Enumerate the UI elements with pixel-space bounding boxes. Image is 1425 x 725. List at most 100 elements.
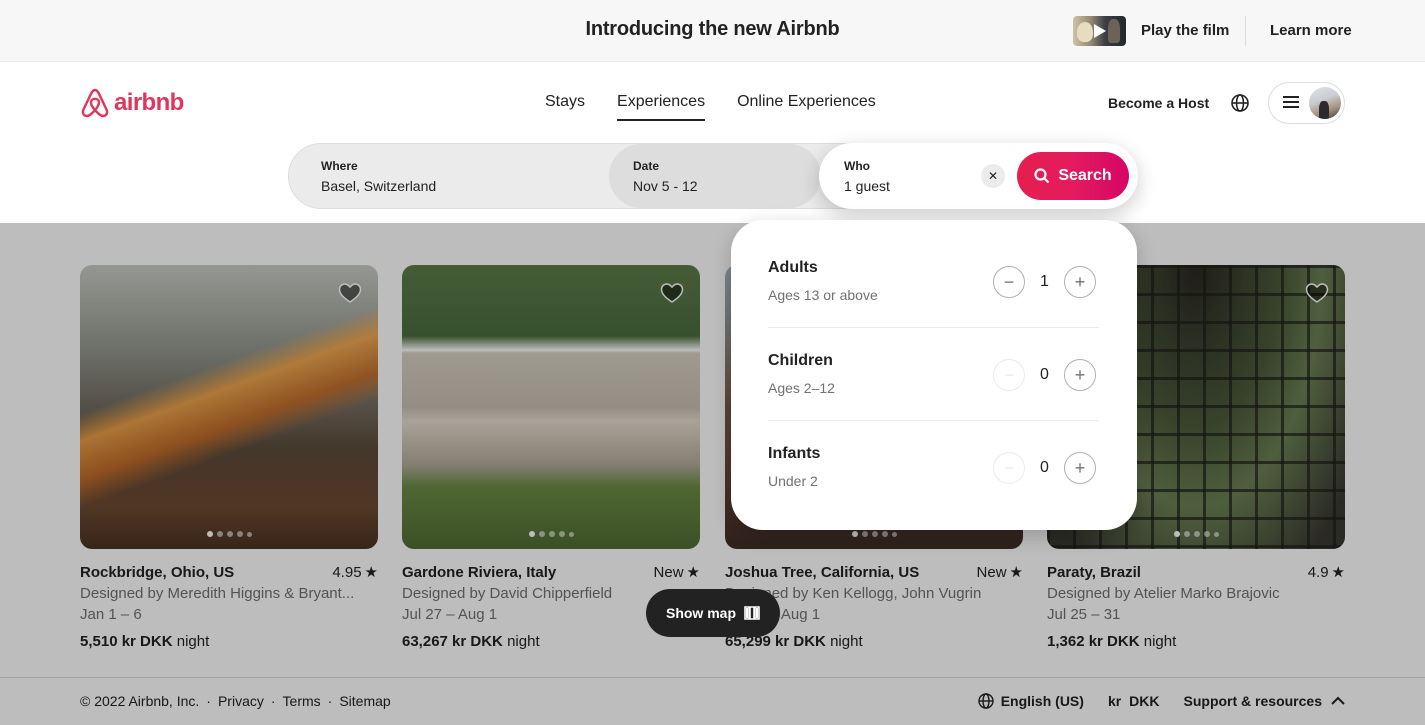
listing-dates: Jul 25 – 31: [1047, 606, 1121, 623]
show-map-button[interactable]: Show map: [646, 589, 780, 637]
listing-rating: 4.95 ★: [332, 564, 378, 581]
where-value[interactable]: Basel, Switzerland: [321, 178, 436, 194]
who-field[interactable]: Who 1 guest ✕ Search: [819, 143, 1138, 209]
photo-pagination: [1047, 531, 1345, 537]
date-value[interactable]: Nov 5 - 12: [633, 178, 698, 194]
guest-row-children: Children Ages 2–12 − 0 +: [768, 328, 1099, 421]
support-resources-button[interactable]: Support & resources: [1184, 693, 1345, 709]
star-icon: ★: [1009, 564, 1023, 581]
star-icon: ★: [686, 564, 700, 581]
plus-icon: +: [1074, 457, 1086, 478]
listing-dates: Jul 27 – Aug 1: [402, 606, 498, 623]
guest-type-subtitle: Ages 13 or above: [768, 287, 878, 303]
guest-row-infants: Infants Under 2 − 0 +: [768, 421, 1099, 514]
terms-link[interactable]: Terms: [283, 693, 321, 709]
where-label: Where: [321, 159, 358, 173]
listing-photo[interactable]: [80, 265, 378, 549]
listing-designer: Designed by Atelier Marko Brajovic: [1047, 585, 1280, 602]
footer-separator: ·: [206, 693, 211, 709]
infants-count: 0: [1040, 459, 1049, 476]
listing-designer: Designed by Meredith Higgins & Bryant...: [80, 585, 355, 602]
guest-type-title: Adults: [768, 259, 818, 276]
listing-rating: New ★: [976, 564, 1023, 581]
airbnb-logo-icon: [81, 88, 109, 118]
header: airbnb Stays Experiences Online Experien…: [0, 63, 1425, 223]
search-bar: Where Basel, Switzerland Date Nov 5 - 12…: [288, 143, 1138, 209]
search-icon: [1034, 168, 1050, 184]
decrease-infants-button[interactable]: −: [993, 452, 1025, 484]
photo-pagination: [80, 531, 378, 537]
heart-icon[interactable]: [1305, 281, 1329, 305]
tab-experiences[interactable]: Experiences: [617, 93, 706, 121]
listing-location: Paraty, Brazil: [1047, 564, 1141, 581]
heart-icon[interactable]: [660, 281, 684, 305]
announcement-bar: Introducing the new Airbnb Play the film…: [0, 0, 1425, 62]
listing-rating: 4.9 ★: [1307, 564, 1345, 581]
footer: © 2022 Airbnb, Inc. · Privacy · Terms · …: [0, 677, 1425, 725]
search-button[interactable]: Search: [1017, 152, 1129, 200]
map-icon: [744, 606, 760, 620]
guests-popover: Adults Ages 13 or above − 1 + Children A…: [731, 220, 1137, 530]
sitemap-link[interactable]: Sitemap: [339, 693, 390, 709]
airbnb-wordmark: airbnb: [114, 89, 184, 116]
clear-guests-button[interactable]: ✕: [981, 164, 1005, 188]
listing-dates: Jan 1 – 6: [80, 606, 142, 623]
privacy-link[interactable]: Privacy: [218, 693, 264, 709]
guest-type-title: Children: [768, 352, 833, 369]
plus-icon: +: [1074, 271, 1086, 292]
tab-online-experiences[interactable]: Online Experiences: [737, 93, 876, 121]
minus-icon: −: [1003, 457, 1015, 478]
increase-adults-button[interactable]: +: [1064, 266, 1096, 298]
adults-stepper: − 1 +: [993, 266, 1096, 298]
film-thumbnail[interactable]: [1073, 16, 1126, 46]
language-selector[interactable]: English (US): [978, 693, 1084, 709]
listing-price: 5,510 kr DKK night: [80, 633, 210, 650]
who-value[interactable]: 1 guest: [844, 178, 890, 194]
star-icon: ★: [1331, 564, 1345, 581]
minus-icon: −: [1003, 364, 1015, 385]
guest-type-subtitle: Ages 2–12: [768, 380, 835, 396]
footer-separator: ·: [327, 693, 333, 709]
photo-pagination: [402, 531, 700, 537]
footer-separator: ·: [270, 693, 276, 709]
listing-price: 1,362 kr DKK night: [1047, 633, 1177, 650]
listing-price: 65,299 kr DKK night: [725, 633, 863, 650]
main-nav: Stays Experiences Online Experiences: [545, 93, 876, 121]
user-menu-button[interactable]: [1268, 82, 1345, 124]
listing-rating: New ★: [653, 564, 700, 581]
currency-selector[interactable]: kr DKK: [1108, 693, 1160, 709]
infants-stepper: − 0 +: [993, 452, 1096, 484]
listing-designer: Designed by David Chipperfield: [402, 585, 613, 602]
date-field[interactable]: Date Nov 5 - 12: [609, 144, 821, 208]
learn-more-link[interactable]: Learn more: [1270, 22, 1352, 39]
become-host-link[interactable]: Become a Host: [1108, 95, 1209, 111]
avatar: [1309, 87, 1341, 119]
guest-type-subtitle: Under 2: [768, 473, 818, 489]
copyright: © 2022 Airbnb, Inc.: [80, 693, 200, 709]
guest-row-adults: Adults Ages 13 or above − 1 +: [768, 235, 1099, 328]
listing-card[interactable]: Rockbridge, Ohio, US 4.95 ★ Designed by M…: [80, 265, 378, 652]
increase-children-button[interactable]: +: [1064, 359, 1096, 391]
globe-icon[interactable]: [1229, 92, 1251, 114]
minus-icon: −: [1003, 271, 1015, 292]
heart-icon[interactable]: [338, 281, 362, 305]
hamburger-icon: [1283, 96, 1299, 110]
star-icon: ★: [364, 564, 378, 581]
globe-icon: [978, 693, 994, 709]
decrease-adults-button[interactable]: −: [993, 266, 1025, 298]
listing-photo[interactable]: [402, 265, 700, 549]
play-film-link[interactable]: Play the film: [1141, 22, 1229, 39]
increase-infants-button[interactable]: +: [1064, 452, 1096, 484]
airbnb-logo[interactable]: airbnb: [80, 87, 184, 119]
play-icon: [1094, 24, 1106, 38]
tab-stays[interactable]: Stays: [545, 93, 585, 121]
chevron-up-icon: [1331, 696, 1345, 705]
listing-price: 63,267 kr DKK night: [402, 633, 540, 650]
where-field[interactable]: Where Basel, Switzerland: [289, 144, 619, 208]
who-label: Who: [844, 159, 870, 173]
date-label: Date: [633, 159, 660, 173]
children-stepper: − 0 +: [993, 359, 1096, 391]
decrease-children-button[interactable]: −: [993, 359, 1025, 391]
plus-icon: +: [1074, 364, 1086, 385]
announcement-divider: [1245, 16, 1246, 46]
